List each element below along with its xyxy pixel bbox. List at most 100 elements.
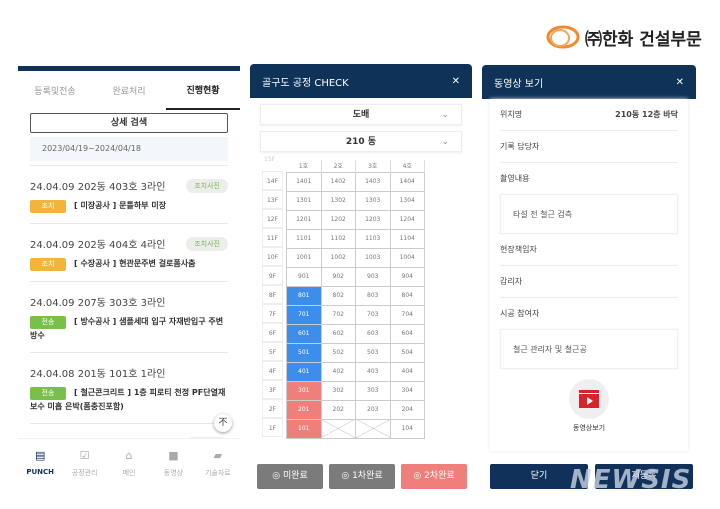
- unit-cell[interactable]: 1102: [320, 228, 356, 249]
- unit-cell[interactable]: 703: [355, 304, 391, 325]
- unit-cell[interactable]: 804: [389, 285, 425, 306]
- unit-cell[interactable]: 1203: [355, 209, 391, 230]
- unit-cell[interactable]: 1302: [320, 190, 356, 211]
- unit-cell[interactable]: 1103: [355, 228, 391, 249]
- unit-cell[interactable]: 904: [389, 266, 425, 287]
- close-icon[interactable]: ✕: [676, 77, 684, 88]
- unit-cell[interactable]: 104: [389, 418, 425, 439]
- unit-cell[interactable]: 1104: [389, 228, 425, 249]
- check-circle-icon: ◎: [272, 471, 283, 481]
- unit-cell[interactable]: 203: [355, 399, 391, 420]
- unit-cell[interactable]: 1003: [355, 247, 391, 268]
- check-title: 골구도 공정 CHECK: [262, 77, 349, 89]
- unit-cell[interactable]: 602: [320, 323, 356, 344]
- unit-cell[interactable]: 201: [286, 399, 322, 420]
- status-button-0[interactable]: ◎ 미완료: [257, 464, 323, 489]
- nav-item-4[interactable]: ▰ 기술자료: [196, 439, 240, 490]
- detail-search-button[interactable]: 상세 검색: [30, 113, 228, 133]
- unit-cell[interactable]: 901: [286, 266, 322, 287]
- unit-cell[interactable]: 601: [286, 323, 322, 344]
- unit-cell[interactable]: 802: [320, 285, 356, 306]
- unit-cell[interactable]: 604: [389, 323, 425, 344]
- logo-text: ㈜한화 건설부문: [585, 29, 702, 50]
- video-title: 동영상 보기: [494, 78, 544, 90]
- unit-cell[interactable]: [355, 418, 391, 439]
- unit-cell[interactable]: 1403: [355, 171, 391, 192]
- column-header: 1호: [286, 160, 322, 172]
- video-info-card: 위치명 210동 12층 바닥 기록 담당자 촬영내용 타설 전 철근 검측 현장…: [490, 99, 688, 451]
- content-field: 촬영내용: [500, 163, 678, 194]
- unit-cell[interactable]: 1202: [320, 209, 356, 230]
- nav-item-0[interactable]: ▤ PUNCH: [18, 439, 62, 490]
- list-item[interactable]: 24.04.09 202동 403호 3라인 조치사진 조치 [ 미장공사 ] 문틀하…: [30, 165, 228, 223]
- unit-cell[interactable]: 402: [320, 361, 356, 382]
- unit-cell[interactable]: 301: [286, 380, 322, 401]
- list-item[interactable]: 24.04.09 202동 404호 4라인 조치사진 조치 [ 수장공사 ] 현관문…: [30, 223, 228, 281]
- date-range[interactable]: 2023/04/19~2024/04/18: [30, 137, 228, 161]
- unit-cell[interactable]: 204: [389, 399, 425, 420]
- unit-cell[interactable]: 801: [286, 285, 322, 306]
- unit-cell[interactable]: 1303: [355, 190, 391, 211]
- unit-cell[interactable]: 704: [389, 304, 425, 325]
- nav-label: 메인: [122, 469, 136, 477]
- nav-item-3[interactable]: ■ 동영상: [151, 439, 195, 490]
- unit-cell[interactable]: 1204: [389, 209, 425, 230]
- list-item[interactable]: 24.04.08 201동 101호 1라인 전송[ 철근콘크리트 ] 1층 피로…: [30, 352, 228, 423]
- unit-cell[interactable]: 303: [355, 380, 391, 401]
- unit-cell[interactable]: 403: [355, 361, 391, 382]
- list-item[interactable]: 24.04.09 207동 303호 3라인 전송[ 방수공사 ] 샘플세대 입구…: [30, 281, 228, 352]
- unit-cell[interactable]: 501: [286, 342, 322, 363]
- unit-cell[interactable]: 1001: [286, 247, 322, 268]
- participants-label: 시공 참여자: [500, 309, 540, 318]
- unit-cell[interactable]: 101: [286, 418, 322, 439]
- unit-cell[interactable]: 504: [389, 342, 425, 363]
- unit-cell[interactable]: 1404: [389, 171, 425, 192]
- nav-item-1[interactable]: ☑ 공정관리: [62, 439, 106, 490]
- photo-badge[interactable]: 조치사진: [186, 236, 228, 251]
- play-video-button[interactable]: [569, 379, 609, 419]
- close-icon[interactable]: ✕: [452, 76, 460, 87]
- floor-label: 3F: [262, 380, 283, 399]
- unit-cell[interactable]: 404: [389, 361, 425, 382]
- unit-cell[interactable]: 1004: [389, 247, 425, 268]
- item-title: 24.04.09 202동 404호 4라인: [30, 240, 166, 251]
- floor-label-top: 15F: [264, 156, 276, 163]
- unit-cell[interactable]: 401: [286, 361, 322, 382]
- unit-cell[interactable]: 1304: [389, 190, 425, 211]
- unit-cell[interactable]: 1402: [320, 171, 356, 192]
- tab-register[interactable]: 등록및전송: [18, 72, 92, 109]
- work-type-select[interactable]: 도배 ⌄: [260, 104, 462, 125]
- item-title: 24.04.09 207동 303호 3라인: [30, 298, 166, 309]
- status-button-1[interactable]: ◎ 1차완료: [329, 464, 395, 489]
- unit-cell[interactable]: 304: [389, 380, 425, 401]
- unit-cell[interactable]: 603: [355, 323, 391, 344]
- unit-cell[interactable]: 202: [320, 399, 356, 420]
- unit-cell[interactable]: 1201: [286, 209, 322, 230]
- nav-label: 동영상: [163, 469, 184, 477]
- nav-item-2[interactable]: ⌂ 메인: [107, 439, 151, 490]
- unit-cell[interactable]: 803: [355, 285, 391, 306]
- unit-cell[interactable]: 1401: [286, 171, 322, 192]
- status-button-2[interactable]: ◎ 2차완료: [401, 464, 467, 489]
- unit-cell[interactable]: [320, 418, 356, 439]
- unit-cell[interactable]: 702: [320, 304, 356, 325]
- status-button-label: 1차완료: [352, 471, 383, 481]
- nav-label: 공정관리: [71, 469, 98, 477]
- unit-cell[interactable]: 902: [320, 266, 356, 287]
- unit-cell[interactable]: 302: [320, 380, 356, 401]
- tab-progress[interactable]: 진행현황: [166, 71, 240, 110]
- supervisor-label: 감리자: [500, 277, 523, 286]
- photo-badge[interactable]: 조치사진: [186, 178, 228, 193]
- unit-cell[interactable]: 1002: [320, 247, 356, 268]
- tab-complete[interactable]: 완료처리: [92, 72, 166, 109]
- unit-cell[interactable]: 503: [355, 342, 391, 363]
- unit-cell[interactable]: 701: [286, 304, 322, 325]
- manager-field: 현장책임자: [500, 234, 678, 266]
- unit-cell[interactable]: 1101: [286, 228, 322, 249]
- unit-cell[interactable]: 502: [320, 342, 356, 363]
- chevron-down-icon: ⌄: [441, 137, 449, 147]
- unit-cell[interactable]: 903: [355, 266, 391, 287]
- building-select[interactable]: 210 동 ⌄: [260, 131, 462, 152]
- unit-cell[interactable]: 1301: [286, 190, 322, 211]
- scroll-top-button[interactable]: 不: [214, 414, 232, 432]
